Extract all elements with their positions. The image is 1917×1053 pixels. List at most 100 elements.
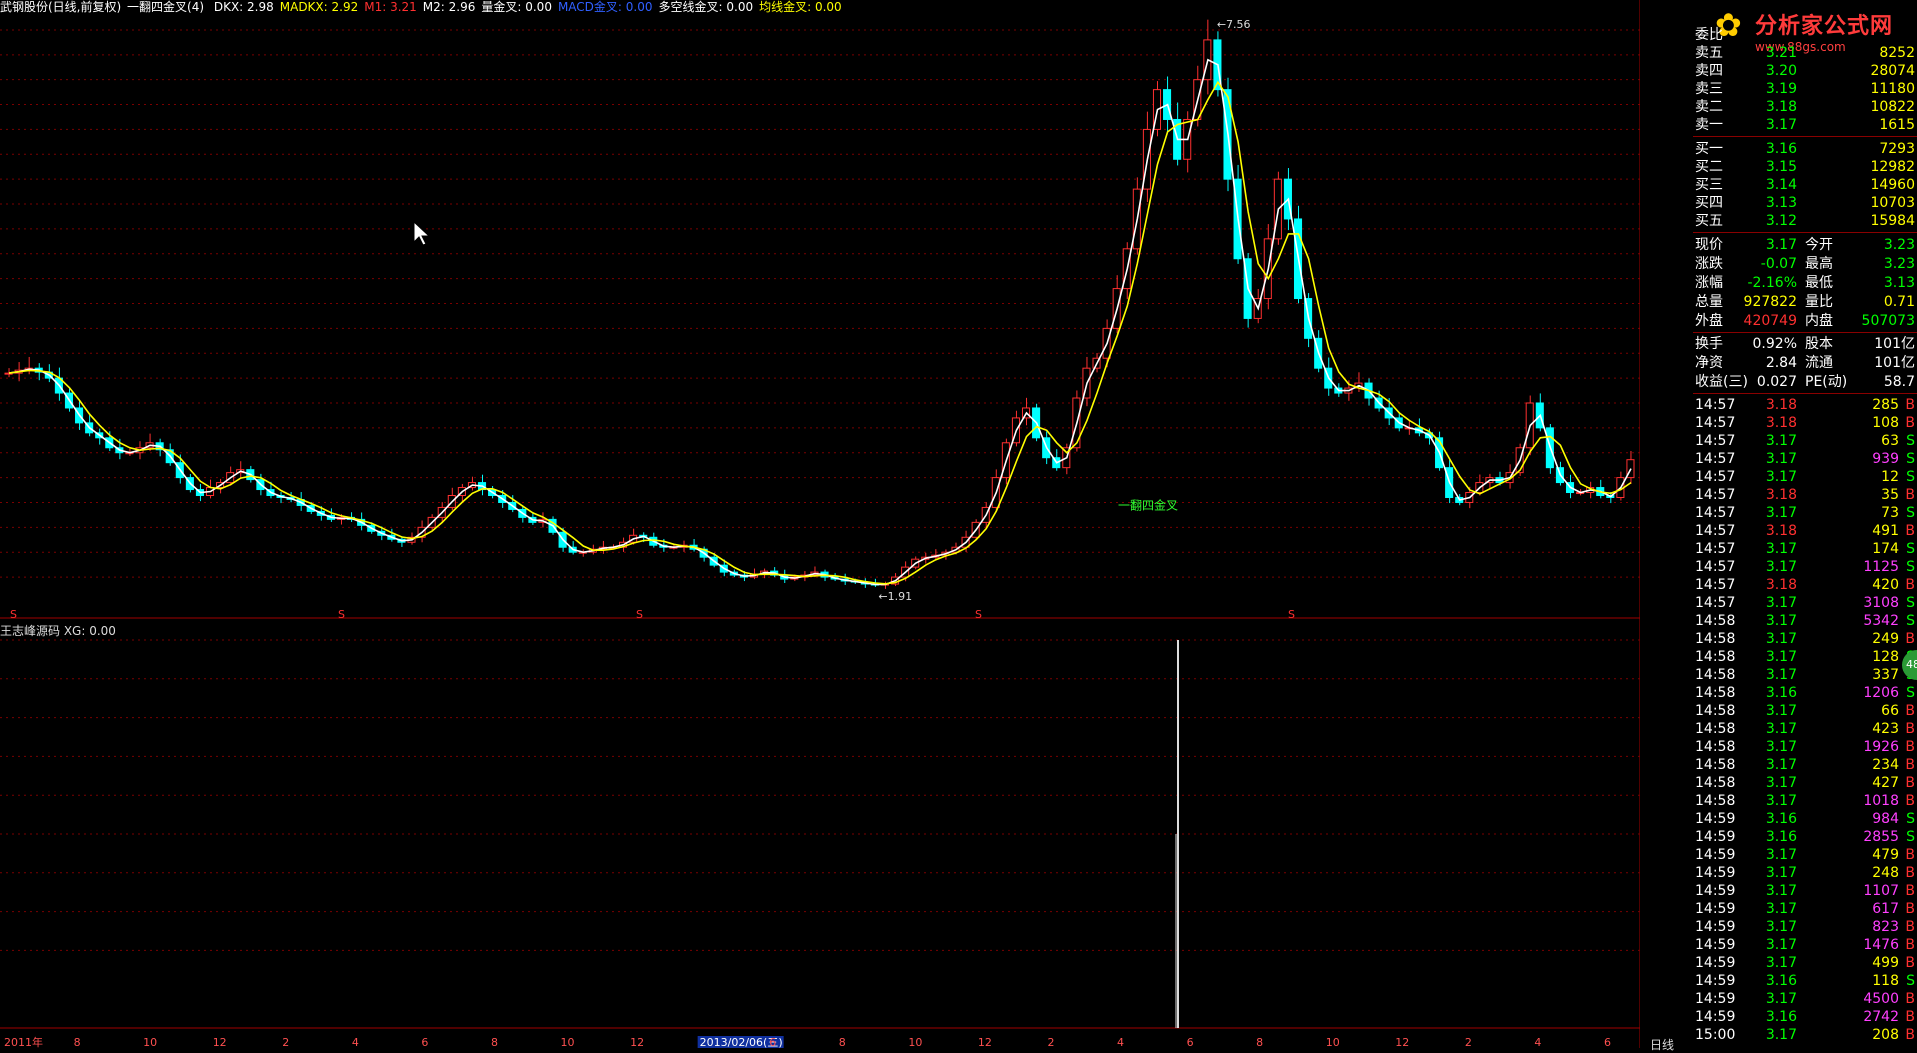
bid-price: 3.15 bbox=[1765, 159, 1797, 175]
trade-side: B bbox=[1905, 1027, 1915, 1043]
trade-price: 3.17 bbox=[1765, 775, 1797, 791]
trade-price: 3.17 bbox=[1765, 559, 1797, 575]
panel-separator bbox=[1693, 393, 1917, 394]
stat-label-2: 内盘 bbox=[1805, 313, 1833, 329]
ask-row: 卖二 3.18 10822 bbox=[1693, 98, 1917, 116]
trade-row: 14:58 3.17 249 B bbox=[1693, 630, 1917, 648]
time-tick: 12 bbox=[630, 1036, 644, 1048]
trade-volume: 1125 bbox=[1863, 559, 1899, 575]
trade-row: 14:59 3.17 4500 B bbox=[1693, 990, 1917, 1008]
trade-side: S bbox=[1906, 595, 1915, 611]
trade-row: 14:583.17337S bbox=[1693, 666, 1917, 684]
ask-label: 卖二 bbox=[1695, 99, 1723, 115]
stat-row: 换手 0.92% 股本 101亿 bbox=[1693, 335, 1917, 353]
time-tick: 12 bbox=[978, 1036, 992, 1048]
trade-price: 3.17 bbox=[1765, 865, 1797, 881]
trade-side: B bbox=[1905, 577, 1915, 593]
ask-row: 卖三 3.19 11180 bbox=[1693, 80, 1917, 98]
stat-label-2: 最高 bbox=[1805, 256, 1833, 272]
trade-volume: 479 bbox=[1872, 847, 1899, 863]
trade-price: 3.18 bbox=[1765, 397, 1797, 413]
stat-label-2: 今开 bbox=[1805, 237, 1833, 253]
sell-marker: S bbox=[338, 608, 345, 621]
trade-price: 3.16 bbox=[1765, 811, 1797, 827]
stat-label: 净资 bbox=[1695, 355, 1723, 371]
trade-side: B bbox=[1905, 415, 1915, 431]
stat-value-2: 507073 bbox=[1861, 313, 1915, 329]
trade-time: 14:59 bbox=[1695, 973, 1736, 989]
time-tick: 6 bbox=[1187, 1036, 1194, 1048]
trade-time: 14:57 bbox=[1695, 559, 1736, 575]
stat-label: 涨跌 bbox=[1695, 256, 1723, 272]
time-tick: 8 bbox=[74, 1036, 81, 1048]
trade-price: 3.17 bbox=[1765, 541, 1797, 557]
trade-time: 14:57 bbox=[1695, 451, 1736, 467]
time-tick: 10 bbox=[1326, 1036, 1340, 1048]
trade-side: B bbox=[1905, 703, 1915, 719]
trade-time: 14:58 bbox=[1695, 775, 1736, 791]
panel-separator bbox=[1693, 136, 1917, 137]
stat-label-2: 量比 bbox=[1805, 294, 1833, 310]
panel-separator bbox=[1693, 332, 1917, 333]
trade-volume: 108 bbox=[1872, 415, 1899, 431]
stat-label-2: PE(动) bbox=[1805, 374, 1848, 390]
trade-row: 14:59 3.17 823 B bbox=[1693, 918, 1917, 936]
trade-side: B bbox=[1905, 955, 1915, 971]
trade-price: 3.17 bbox=[1765, 901, 1797, 917]
trade-time: 14:59 bbox=[1695, 847, 1736, 863]
trade-volume: 2742 bbox=[1863, 1009, 1899, 1025]
stat-label-2: 股本 bbox=[1805, 336, 1833, 352]
bid-volume: 10703 bbox=[1870, 195, 1915, 211]
stat-value: 0.92% bbox=[1752, 336, 1797, 352]
trade-volume: 2855 bbox=[1863, 829, 1899, 845]
trade-time: 14:58 bbox=[1695, 703, 1736, 719]
trade-row: 14:57 3.17 939 S bbox=[1693, 450, 1917, 468]
trade-time: 14:58 bbox=[1695, 667, 1736, 683]
stat-row: 净资 2.84 流通 101亿 bbox=[1693, 354, 1917, 372]
stat-label-2: 最低 bbox=[1805, 275, 1833, 291]
trade-volume: 617 bbox=[1872, 901, 1899, 917]
bid-volume: 15984 bbox=[1870, 213, 1915, 229]
trade-time: 14:58 bbox=[1695, 649, 1736, 665]
ask-price: 3.20 bbox=[1765, 63, 1797, 79]
trade-time: 14:57 bbox=[1695, 397, 1736, 413]
stat-value: 3.17 bbox=[1765, 237, 1797, 253]
madkx-line bbox=[8, 80, 1632, 585]
bid-row: 买四 3.13 10703 bbox=[1693, 194, 1917, 212]
indicator-6: 多空线金叉: 0.00 bbox=[658, 0, 754, 14]
trade-time: 14:57 bbox=[1695, 523, 1736, 539]
trade-row: 14:57 3.18 285 B bbox=[1693, 396, 1917, 414]
trade-time: 14:57 bbox=[1695, 541, 1736, 557]
bid-price: 3.16 bbox=[1765, 141, 1797, 157]
trade-side: B bbox=[1905, 775, 1915, 791]
trade-side: S bbox=[1906, 451, 1915, 467]
time-tick: 8 bbox=[839, 1036, 846, 1048]
stat-value-2: 101亿 bbox=[1874, 355, 1915, 371]
kline-chart[interactable]: 7.507.257.006.756.506.256.005.755.505.25… bbox=[0, 0, 1694, 1049]
trade-row: 14:59 3.17 617 B bbox=[1693, 900, 1917, 918]
trade-side: S bbox=[1906, 685, 1915, 701]
trade-price: 3.18 bbox=[1765, 577, 1797, 593]
tab-daily[interactable]: 日线 bbox=[1650, 1036, 1674, 1053]
trade-row: 14:59 3.17 1107 B bbox=[1693, 882, 1917, 900]
stat-label: 换手 bbox=[1695, 336, 1723, 352]
trade-time: 14:59 bbox=[1695, 991, 1736, 1007]
trade-side: S bbox=[1906, 829, 1915, 845]
chart-area[interactable]: 7.507.257.006.756.506.256.005.755.505.25… bbox=[0, 0, 1694, 1049]
trade-side: S bbox=[1906, 469, 1915, 485]
stock-title: 武钢股份(日线,前复权) bbox=[0, 0, 122, 14]
trade-volume: 285 bbox=[1872, 397, 1899, 413]
trade-price: 3.17 bbox=[1765, 505, 1797, 521]
time-tick: 6 bbox=[421, 1036, 428, 1048]
trade-price: 3.16 bbox=[1765, 829, 1797, 845]
stat-label: 收益(三) bbox=[1695, 374, 1748, 390]
trade-volume: 4500 bbox=[1863, 991, 1899, 1007]
mouse-cursor-icon bbox=[413, 220, 431, 246]
stat-value: -2.16% bbox=[1747, 275, 1797, 291]
trade-time: 14:59 bbox=[1695, 919, 1736, 935]
trade-price: 3.17 bbox=[1765, 937, 1797, 953]
trade-volume: 12 bbox=[1881, 469, 1899, 485]
indicator-7: 均线金叉: 0.00 bbox=[759, 0, 842, 14]
panel-separator bbox=[1693, 232, 1917, 233]
trade-volume: 337 bbox=[1872, 667, 1899, 683]
